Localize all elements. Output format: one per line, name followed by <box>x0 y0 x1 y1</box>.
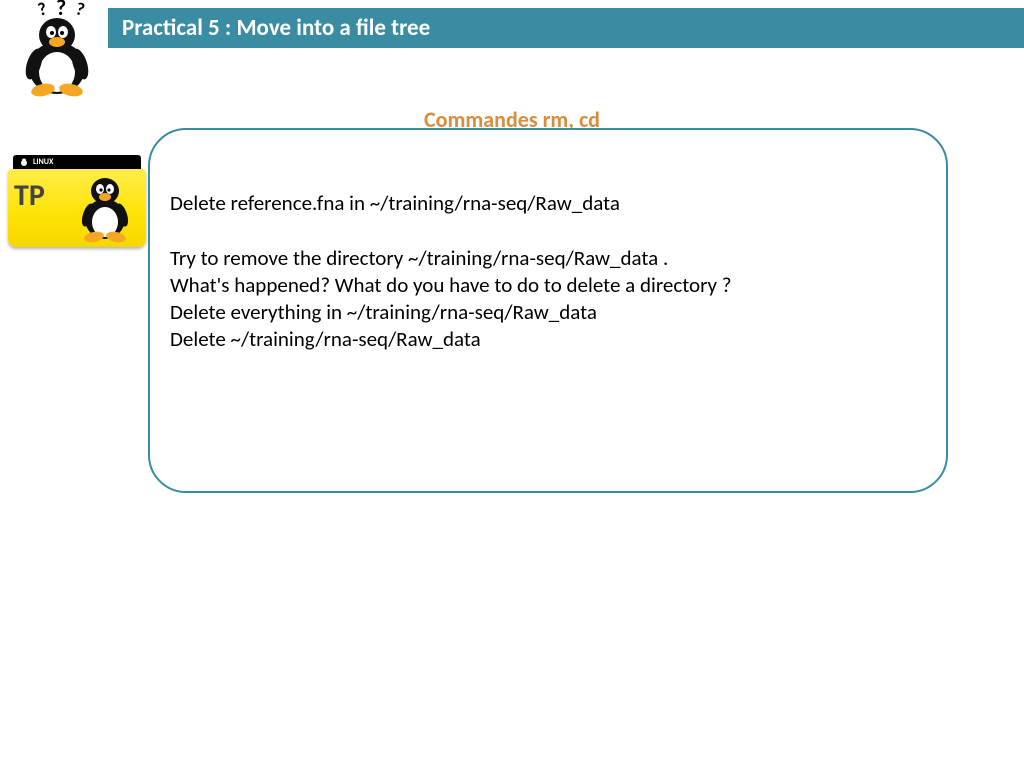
folder-tab-label: LINUX <box>33 157 53 167</box>
mascot-tux-icon: ? ? ? <box>10 0 105 100</box>
instruction-line: Delete ~/training/rna-seq/Raw_data <box>170 326 926 353</box>
header-bar: Practical 5 : Move into a file tree <box>108 8 1024 48</box>
tp-folder-icon: LINUX TP <box>8 155 146 247</box>
mini-tux-icon <box>74 165 136 245</box>
instruction-line: Try to remove the directory ~/training/r… <box>170 245 926 272</box>
instruction-line: What's happened? What do you have to do … <box>170 272 926 299</box>
folder-tp-label: TP <box>14 177 45 214</box>
instruction-line: Delete everything in ~/training/rna-seq/… <box>170 299 926 326</box>
folder-body: TP <box>8 169 146 247</box>
page-title: Practical 5 : Move into a file tree <box>122 14 430 42</box>
instruction-line: Delete reference.fna in ~/training/rna-s… <box>170 190 926 217</box>
content-text: Delete reference.fna in ~/training/rna-s… <box>170 190 926 354</box>
content-box: Delete reference.fna in ~/training/rna-s… <box>148 128 948 493</box>
